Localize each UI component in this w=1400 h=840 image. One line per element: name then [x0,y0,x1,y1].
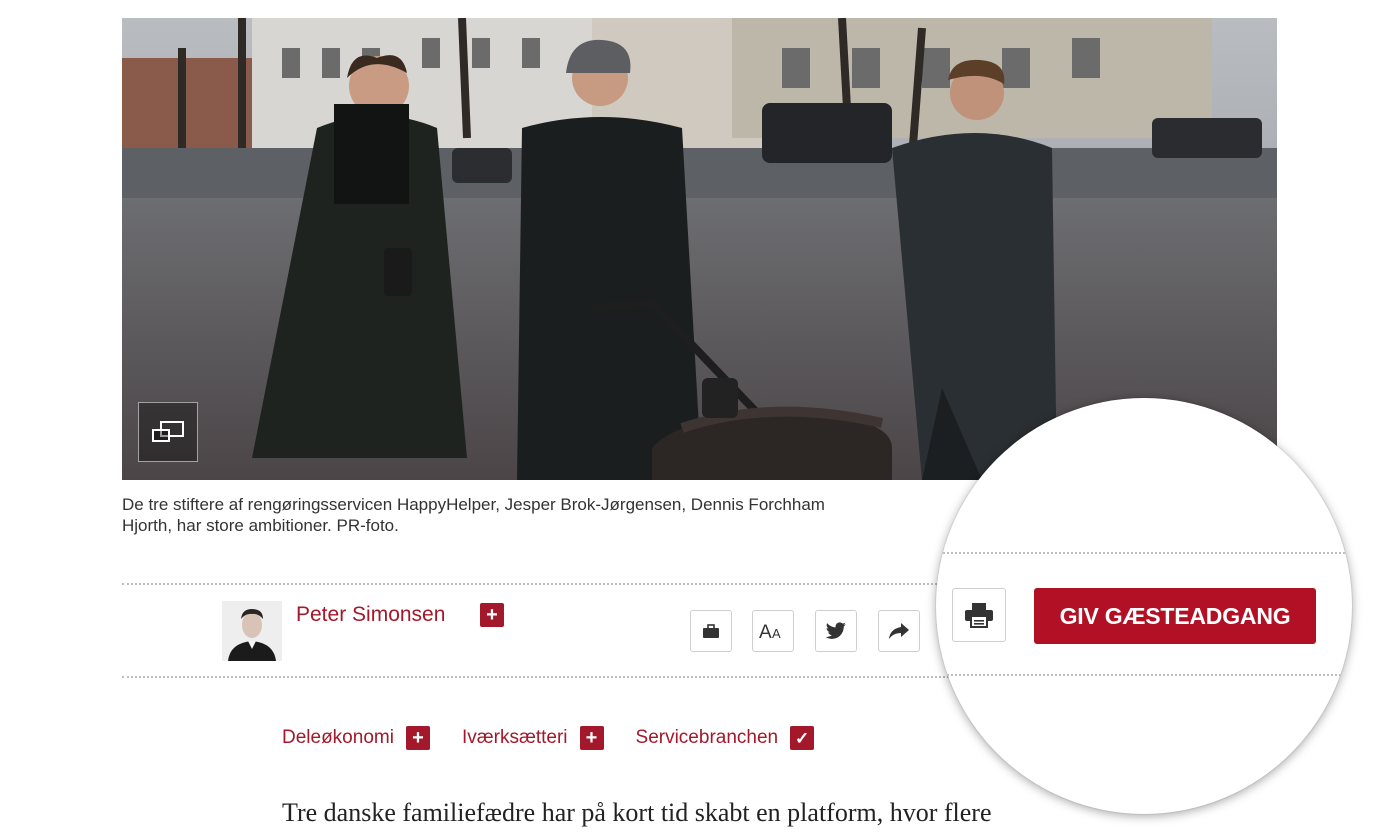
avatar-portrait [222,601,282,661]
guest-access-button[interactable]: GIV GÆSTEADGANG [1034,588,1316,644]
tag-ivaerksaetteri[interactable]: Iværksætteri + [462,726,604,750]
tag-servicebranchen[interactable]: Servicebranchen ✓ [636,726,815,750]
follow-tag-button[interactable]: + [579,726,604,750]
caption-line-1: De tre stiftere af rengøringsservicen Ha… [122,495,825,514]
zoom-magnifier: GIV GÆSTEADGANG [936,398,1352,814]
expand-image-icon [152,421,184,442]
text-size-icon: A A [759,622,781,641]
expand-image-button[interactable] [138,402,198,462]
svg-text:A: A [759,622,772,641]
author-avatar[interactable] [222,601,282,661]
tag-label: Servicebranchen [635,727,779,748]
caption-line-2: Hjorth, har store ambitioner. PR-foto. [122,516,399,535]
print-icon [965,603,993,628]
follow-author-button[interactable]: + [480,603,504,627]
text-size-button[interactable]: A A [752,610,794,652]
article-lead: Tre danske familiefædre har på kort tid … [282,798,992,827]
tag-label: Deleøkonomi [282,727,394,748]
twitter-share-button[interactable] [815,610,857,652]
briefcase-icon [703,623,719,638]
tag-label: Iværksætteri [461,727,568,748]
follow-tag-button[interactable]: + [405,726,430,750]
author-name[interactable]: Peter Simonsen [296,603,445,627]
tag-deleokonomi[interactable]: Deleøkonomi + [282,726,430,750]
svg-text:A: A [772,626,781,641]
share-icon [889,623,909,639]
print-button[interactable] [952,588,1006,642]
save-article-button[interactable] [690,610,732,652]
share-button[interactable] [878,610,920,652]
followed-tag-checkmark[interactable]: ✓ [790,726,815,750]
twitter-icon [825,622,846,639]
topic-tags: Deleøkonomi + Iværksætteri + Servicebran… [282,726,846,750]
magnified-divider-bottom [936,674,1352,676]
image-caption: De tre stiftere af rengøringsservicen Ha… [122,494,982,536]
magnified-divider-top [936,552,1352,554]
